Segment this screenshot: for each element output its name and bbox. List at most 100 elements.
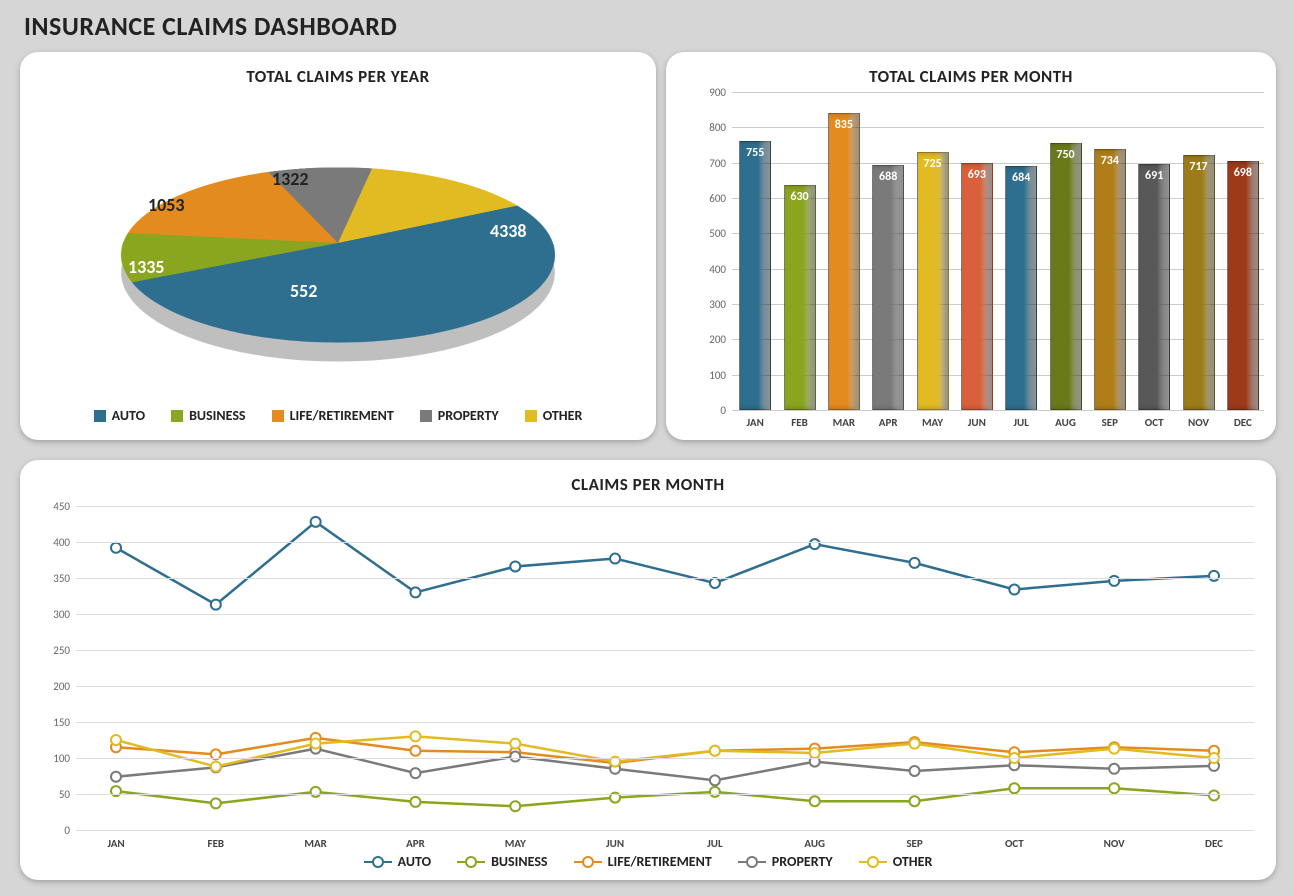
legend-item-property: PROPERTY bbox=[738, 853, 833, 870]
series-point-auto bbox=[710, 578, 720, 588]
page-title: INSURANCE CLAIMS DASHBOARD bbox=[24, 10, 397, 42]
series-point-other bbox=[1109, 744, 1119, 754]
series-point-auto bbox=[910, 558, 920, 568]
bar-mar: 835MAR bbox=[828, 113, 860, 410]
legend-marker-icon bbox=[574, 856, 602, 868]
bar-category-label: AUG bbox=[1051, 416, 1081, 429]
pie-chart-panel: TOTAL CLAIMS PER YEAR 433855213351053132… bbox=[20, 52, 656, 440]
bar-oct: 691OCT bbox=[1138, 164, 1170, 410]
bar-category-label: MAR bbox=[829, 416, 859, 429]
series-point-property bbox=[1109, 764, 1119, 774]
bar-jan: 755JAN bbox=[739, 141, 771, 410]
legend-label: OTHER bbox=[893, 853, 933, 870]
bar-value-label: 693 bbox=[962, 168, 992, 182]
legend-item-other: OTHER bbox=[525, 407, 583, 424]
series-point-property bbox=[111, 772, 121, 782]
line-x-tick: AUG bbox=[804, 837, 825, 850]
line-chart-panel: CLAIMS PER MONTH 05010015020025030035040… bbox=[20, 460, 1276, 880]
line-x-tick: JAN bbox=[107, 837, 124, 850]
legend-label: LIFE/RETIREMENT bbox=[608, 853, 712, 870]
series-point-other bbox=[410, 731, 420, 741]
bar-category-label: OCT bbox=[1139, 416, 1169, 429]
bar-y-tick: 300 bbox=[692, 298, 726, 311]
series-point-business bbox=[1009, 783, 1019, 793]
line-y-tick: 350 bbox=[40, 572, 70, 585]
bar-category-label: JUN bbox=[962, 416, 992, 429]
bar-y-tick: 400 bbox=[692, 263, 726, 276]
bar-y-tick: 700 bbox=[692, 157, 726, 170]
series-point-business bbox=[410, 797, 420, 807]
bar-y-tick: 200 bbox=[692, 333, 726, 346]
line-x-tick: FEB bbox=[208, 837, 225, 850]
series-point-business bbox=[1209, 790, 1219, 800]
bar-category-label: DEC bbox=[1228, 416, 1258, 429]
bar-category-label: JAN bbox=[740, 416, 770, 429]
bar-chart-panel: TOTAL CLAIMS PER MONTH 01002003004005006… bbox=[666, 52, 1276, 440]
bar-feb: 630FEB bbox=[784, 185, 816, 410]
legend-label: BUSINESS bbox=[189, 407, 246, 424]
legend-label: AUTO bbox=[112, 407, 145, 424]
pie-slice-label-other: 1322 bbox=[272, 168, 309, 190]
legend-label: BUSINESS bbox=[491, 853, 548, 870]
bar-nov: 717NOV bbox=[1183, 155, 1215, 410]
bar-value-label: 684 bbox=[1006, 171, 1036, 185]
series-line-auto bbox=[116, 522, 1214, 605]
series-point-other bbox=[910, 739, 920, 749]
series-point-other bbox=[710, 746, 720, 756]
legend-item-business: BUSINESS bbox=[457, 853, 548, 870]
legend-item-business: BUSINESS bbox=[171, 407, 246, 424]
line-y-tick: 150 bbox=[40, 716, 70, 729]
bar-may: 725MAY bbox=[917, 152, 949, 410]
line-chart-title: CLAIMS PER MONTH bbox=[20, 474, 1276, 495]
line-y-tick: 100 bbox=[40, 752, 70, 765]
line-x-tick: MAY bbox=[505, 837, 526, 850]
series-point-business bbox=[211, 798, 221, 808]
legend-label: OTHER bbox=[543, 407, 583, 424]
bar-dec: 698DEC bbox=[1227, 161, 1259, 410]
series-line-business bbox=[116, 788, 1214, 806]
line-x-tick: SEP bbox=[906, 837, 922, 850]
legend-item-property: PROPERTY bbox=[420, 407, 499, 424]
series-point-business bbox=[910, 796, 920, 806]
series-point-property bbox=[410, 768, 420, 778]
legend-marker-icon bbox=[738, 856, 766, 868]
bar-category-label: FEB bbox=[785, 416, 815, 429]
legend-item-life: LIFE/RETIREMENT bbox=[574, 853, 712, 870]
series-point-auto bbox=[410, 587, 420, 597]
legend-item-other: OTHER bbox=[859, 853, 933, 870]
series-point-business bbox=[710, 787, 720, 797]
bar-category-label: NOV bbox=[1184, 416, 1214, 429]
bar-y-tick: 0 bbox=[692, 404, 726, 417]
legend-swatch-icon bbox=[171, 410, 183, 422]
bar-sep: 734SEP bbox=[1094, 149, 1126, 410]
bar-y-tick: 600 bbox=[692, 192, 726, 205]
bar-chart: 0100200300400500600700800900755JAN630FEB… bbox=[732, 92, 1264, 410]
series-point-business bbox=[510, 801, 520, 811]
legend-swatch-icon bbox=[525, 410, 537, 422]
bar-chart-title: TOTAL CLAIMS PER MONTH bbox=[666, 66, 1276, 87]
line-y-tick: 450 bbox=[40, 500, 70, 513]
pie-slice-label-business: 552 bbox=[290, 280, 317, 302]
bar-value-label: 835 bbox=[829, 118, 859, 132]
line-x-tick: APR bbox=[406, 837, 425, 850]
legend-item-life: LIFE/RETIREMENT bbox=[272, 407, 394, 424]
bar-value-label: 691 bbox=[1139, 169, 1169, 183]
bar-aug: 750AUG bbox=[1050, 143, 1082, 410]
series-point-other bbox=[810, 748, 820, 758]
series-point-property bbox=[710, 775, 720, 785]
bar-apr: 688APR bbox=[872, 165, 904, 410]
series-point-property bbox=[910, 766, 920, 776]
bar-value-label: 750 bbox=[1051, 148, 1081, 162]
series-point-auto bbox=[211, 600, 221, 610]
line-y-tick: 300 bbox=[40, 608, 70, 621]
series-point-auto bbox=[1209, 571, 1219, 581]
legend-item-auto: AUTO bbox=[94, 407, 145, 424]
pie-legend: AUTO BUSINESS LIFE/RETIREMENT PROPERTY OTHER bbox=[20, 407, 656, 424]
line-y-tick: 400 bbox=[40, 536, 70, 549]
line-x-tick: NOV bbox=[1104, 837, 1125, 850]
bar-value-label: 755 bbox=[740, 146, 770, 160]
legend-label: PROPERTY bbox=[772, 853, 833, 870]
series-point-business bbox=[1109, 783, 1119, 793]
bar-y-tick: 500 bbox=[692, 227, 726, 240]
series-point-auto bbox=[810, 539, 820, 549]
